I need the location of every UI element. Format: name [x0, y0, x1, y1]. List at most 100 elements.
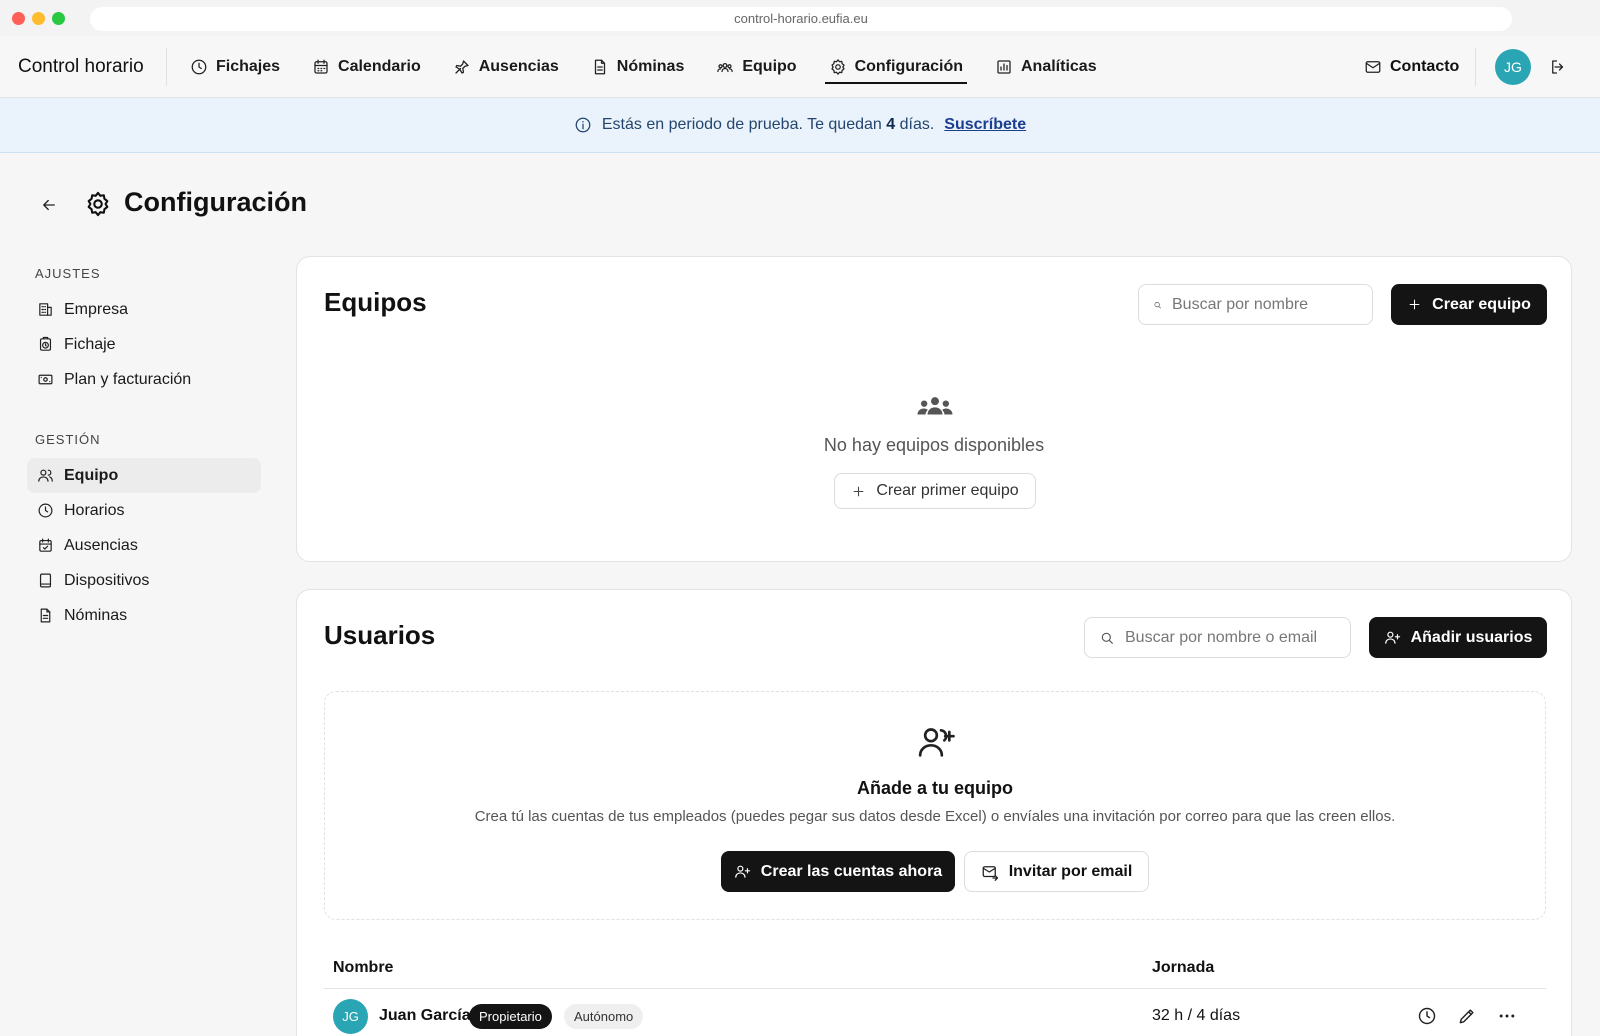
- clock-icon: [191, 59, 207, 75]
- invite-description: Crea tú las cuentas de tus empleados (pu…: [474, 808, 1396, 825]
- edit-pencil-icon[interactable]: [1457, 1006, 1477, 1026]
- invite-email-label: Invitar por email: [1008, 862, 1133, 880]
- gear-icon: [830, 59, 845, 75]
- sidebar-item-label: Horarios: [64, 501, 125, 519]
- user-jornada: 32 h / 4 días: [1152, 1007, 1241, 1024]
- nav-item-ausencias[interactable]: Ausencias: [453, 36, 559, 98]
- clock-icon[interactable]: [1417, 1006, 1437, 1026]
- app-brand[interactable]: Control horario: [18, 36, 144, 98]
- teams-search[interactable]: [1138, 284, 1373, 325]
- sidebar-item-fichaje[interactable]: Fichaje: [27, 327, 261, 362]
- more-options-icon[interactable]: [1497, 1006, 1517, 1026]
- plus-icon: [1409, 299, 1420, 310]
- teams-title: Equipos: [324, 287, 427, 317]
- sidebar-item-empresa[interactable]: Empresa: [27, 292, 261, 327]
- role-badge: Propietario: [469, 1004, 552, 1029]
- contact-link[interactable]: Contacto: [1364, 36, 1459, 98]
- sidebar-item-label: Dispositivos: [64, 571, 150, 589]
- chart-icon: [997, 60, 1011, 74]
- mail-send-icon: [982, 865, 998, 881]
- nav-item-nominas[interactable]: Nóminas: [591, 36, 685, 98]
- sidebar-item-label: Ausencias: [64, 536, 138, 554]
- gear-icon: [87, 191, 109, 217]
- create-team-button[interactable]: Crear equipo: [1391, 284, 1547, 325]
- sidebar-item-label: Empresa: [64, 300, 129, 318]
- document-icon: [594, 59, 605, 75]
- sidebar-item-ausencias[interactable]: Ausencias: [27, 528, 261, 563]
- document-icon: [40, 608, 51, 623]
- table-row[interactable]: JG Juan García Propietario Autónomo 32 h…: [324, 989, 1546, 1036]
- teams-empty-text: No hay equipos disponibles: [823, 435, 1045, 455]
- nav-item-configuracion[interactable]: Configuración: [824, 36, 968, 98]
- add-users-button[interactable]: Añadir usuarios: [1369, 617, 1547, 658]
- days-remaining: 4: [886, 116, 896, 133]
- nav-item-label: Nóminas: [616, 58, 685, 75]
- create-first-team-button[interactable]: Crear primer equipo: [834, 473, 1036, 509]
- calendar-check-icon: [39, 538, 52, 552]
- nav-item-label: Calendario: [338, 58, 421, 75]
- plus-icon: [853, 486, 864, 496]
- user-plus-icon: [918, 728, 955, 757]
- column-header-jornada[interactable]: Jornada: [1152, 959, 1214, 977]
- invite-panel: Añade a tu equipo Crea tú las cuentas de…: [324, 691, 1546, 920]
- sidebar-heading-ajustes: AJUSTES: [35, 266, 101, 281]
- close-window-dot[interactable]: [12, 12, 25, 25]
- back-arrow-icon[interactable]: [40, 196, 58, 214]
- invite-title: Añade a tu equipo: [856, 778, 1013, 798]
- invite-email-button[interactable]: Invitar por email: [964, 851, 1149, 892]
- sidebar-item-equipo[interactable]: Equipo: [27, 458, 261, 493]
- user-plus-icon: [734, 865, 750, 878]
- browser-chrome: control-horario.eufia.eu: [0, 0, 1600, 36]
- mail-icon: [1365, 61, 1381, 73]
- nav-item-fichajes[interactable]: Fichajes: [190, 36, 280, 98]
- nav-item-label: Analíticas: [1021, 58, 1097, 75]
- users-card: Usuarios Añadir usuarios Añade a tu equi…: [296, 589, 1572, 1036]
- info-icon: [575, 117, 591, 133]
- stopwatch-icon: [39, 336, 52, 351]
- maximize-window-dot[interactable]: [52, 12, 65, 25]
- users-group-icon: [917, 397, 953, 415]
- teams-search-input[interactable]: [1172, 295, 1372, 314]
- sidebar-item-label: Nóminas: [64, 606, 128, 624]
- nav-divider: [1475, 48, 1476, 86]
- sidebar-item-nominas[interactable]: Nóminas: [27, 598, 261, 633]
- contact-label: Contacto: [1390, 58, 1460, 75]
- logout-icon[interactable]: [1549, 58, 1567, 76]
- minimize-window-dot[interactable]: [32, 12, 45, 25]
- nav-item-label: Equipo: [742, 58, 797, 75]
- page-title: Configuración: [124, 187, 307, 217]
- nav-item-equipo[interactable]: Equipo: [716, 36, 797, 98]
- teams-card: Equipos Crear equipo No hay equipos disp…: [296, 256, 1572, 562]
- nav-item-calendario[interactable]: Calendario: [312, 36, 421, 98]
- users-search-input[interactable]: [1125, 628, 1345, 647]
- sidebar-item-plan[interactable]: Plan y facturación: [27, 362, 261, 397]
- nav-divider: [166, 48, 167, 86]
- add-users-label: Añadir usuarios: [1410, 628, 1533, 646]
- users-icon: [38, 469, 53, 482]
- address-bar[interactable]: control-horario.eufia.eu: [90, 7, 1512, 31]
- subscribe-link[interactable]: Suscríbete: [944, 116, 1026, 134]
- create-accounts-button[interactable]: Crear las cuentas ahora: [721, 851, 955, 892]
- banner-text: Estás en periodo de prueba. Te quedan 4 …: [601, 116, 935, 133]
- search-icon: [1154, 301, 1161, 308]
- plane-icon: [455, 60, 469, 74]
- sidebar-item-label: Plan y facturación: [64, 370, 192, 388]
- search-icon: [1101, 632, 1113, 644]
- type-badge: Autónomo: [564, 1004, 644, 1029]
- calendar-icon: [314, 59, 328, 74]
- user-name: Juan García: [379, 1007, 471, 1024]
- column-header-name[interactable]: Nombre: [333, 959, 393, 977]
- create-first-team-label: Crear primer equipo: [876, 482, 1019, 499]
- user-avatar[interactable]: JG: [1495, 49, 1531, 85]
- nav-item-label: Ausencias: [478, 58, 559, 75]
- trial-banner: Estás en periodo de prueba. Te quedan 4 …: [0, 98, 1600, 153]
- nav-item-analiticas[interactable]: Analíticas: [995, 36, 1097, 98]
- create-accounts-label: Crear las cuentas ahora: [760, 862, 943, 880]
- sidebar-item-horarios[interactable]: Horarios: [27, 493, 261, 528]
- create-team-label: Crear equipo: [1432, 295, 1531, 313]
- top-navigation: Control horario Fichajes Calendario Ause…: [0, 36, 1600, 98]
- nav-item-label: Fichajes: [216, 58, 281, 75]
- user-plus-icon: [1384, 631, 1400, 644]
- users-search[interactable]: [1084, 617, 1351, 658]
- sidebar-item-dispositivos[interactable]: Dispositivos: [27, 563, 261, 598]
